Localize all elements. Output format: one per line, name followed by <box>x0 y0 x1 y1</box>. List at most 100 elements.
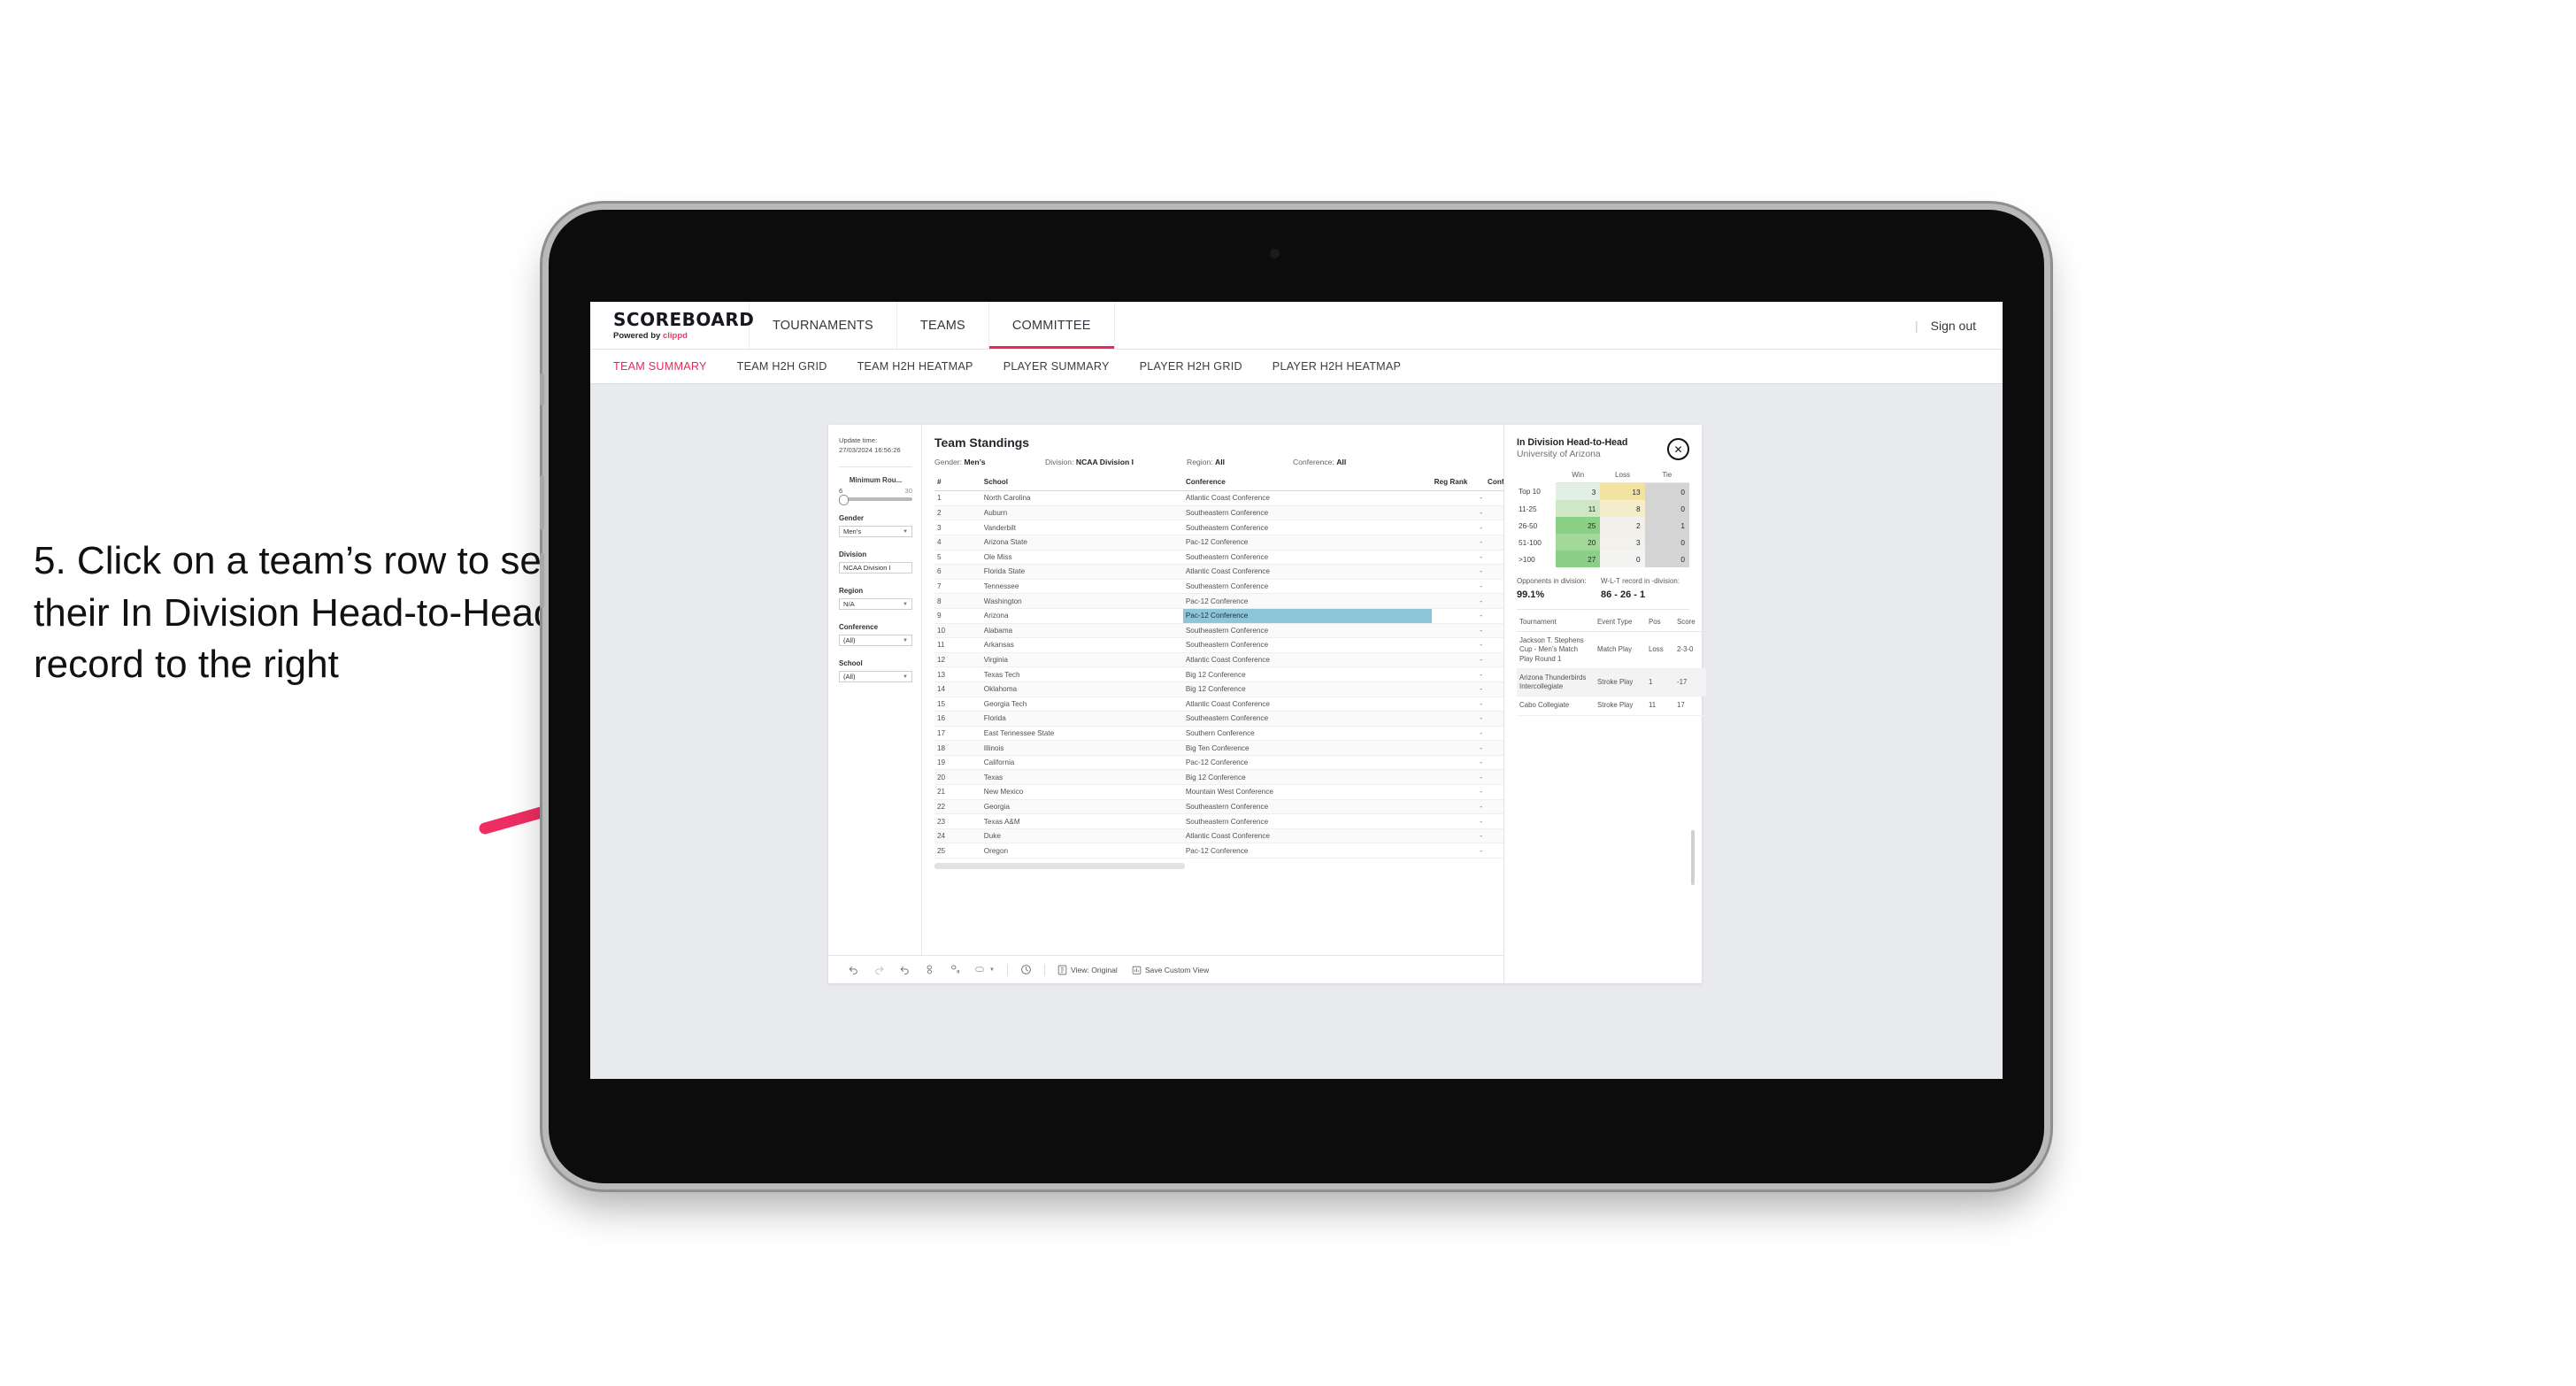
workspace: Update time: 27/03/2024 16:56:26 Minimum… <box>590 384 2003 1079</box>
slider-label: Minimum Rou... <box>849 476 903 484</box>
cell-conference: Big Ten Conference <box>1182 740 1432 756</box>
close-icon[interactable]: ✕ <box>1667 438 1689 460</box>
tab-player-h2h-heatmap[interactable]: PLAYER H2H HEATMAP <box>1273 360 1401 373</box>
cell-reg-rank: - <box>1431 740 1485 756</box>
cell-rank: 5 <box>934 550 981 566</box>
tab-team-h2h-heatmap[interactable]: TEAM H2H HEATMAP <box>857 360 973 373</box>
topnav-tournaments[interactable]: TOURNAMENTS <box>750 302 897 349</box>
cell-reg-rank: - <box>1431 564 1485 580</box>
cell-reg-rank: - <box>1431 697 1485 712</box>
cell-reg-rank: - <box>1431 769 1485 786</box>
filter-school-select[interactable]: (All) ▼ <box>839 671 912 682</box>
cell-reg-rank: - <box>1431 637 1485 653</box>
cell-rank: 2 <box>934 505 981 521</box>
tournament-row[interactable]: Cabo Collegiate Stroke Play 11 17 <box>1517 696 1706 716</box>
h2h-bucket-label: 51-100 <box>1519 537 1542 547</box>
tab-player-summary[interactable]: PLAYER SUMMARY <box>1003 360 1110 373</box>
cell-conference: Atlantic Coast Conference <box>1182 564 1432 580</box>
chevron-down-icon: ▼ <box>903 637 908 643</box>
cell-reg-rank: - <box>1431 681 1485 697</box>
topnav-teams[interactable]: TEAMS <box>897 302 989 349</box>
h2h-col-tie: Tie <box>1644 470 1689 483</box>
cell-reg-rank: - <box>1431 666 1485 682</box>
col-school[interactable]: School <box>980 475 1183 492</box>
filter-region-select[interactable]: N/A ▼ <box>839 598 912 610</box>
division-stats: Opponents in division: 99.1% W-L-T recor… <box>1517 577 1689 600</box>
cell-school: Auburn <box>980 505 1183 521</box>
cell-school: Alabama <box>980 623 1183 639</box>
tab-team-h2h-grid[interactable]: TEAM H2H GRID <box>737 360 827 373</box>
cell-pos: Loss <box>1646 631 1674 669</box>
pause-auto-update-button[interactable] <box>1013 964 1039 975</box>
cell-tournament: Cabo Collegiate <box>1517 696 1595 716</box>
cell-event-type: Stroke Play <box>1595 668 1646 697</box>
slider-track[interactable] <box>839 495 912 505</box>
h2h-body: Top 10 3 13 0 11-25 11 8 0 26-50 25 2 1 51-100 20 3 0 >1… <box>1517 482 1689 567</box>
pause-refresh-button[interactable] <box>942 964 967 975</box>
view-original-button[interactable]: View: Original <box>1050 965 1125 975</box>
filter-gender-label: Gender <box>839 514 865 522</box>
cell-rank: 25 <box>934 843 981 859</box>
filter-conference-select[interactable]: (All) ▼ <box>839 635 912 646</box>
revert-button[interactable] <box>892 964 918 975</box>
cell-reg-rank: - <box>1431 784 1485 800</box>
highlight-tool-button[interactable]: ▼ <box>967 965 1002 974</box>
record-value: 86 - 26 - 1 <box>1601 589 1646 600</box>
brand-logo[interactable]: SCOREBOARD Powered by clippd <box>590 302 754 349</box>
h2h-bucket-label: 11-25 <box>1519 504 1537 513</box>
tournament-row[interactable]: Arizona Thunderbirds Intercollegiate Stro… <box>1517 668 1706 697</box>
h2h-bucket-label: 26-50 <box>1519 520 1538 530</box>
col-rank[interactable]: # <box>934 475 981 492</box>
cell-school: Washington <box>980 593 1183 609</box>
divider <box>1006 963 1008 976</box>
record-label: W-L-T record in -division: <box>1601 577 1680 585</box>
cell-score: 17 <box>1674 696 1706 716</box>
cell-rank: 11 <box>934 637 981 653</box>
undo-button[interactable] <box>841 964 866 975</box>
tournament-row[interactable]: Jackson T. Stephens Cup - Men’s Match Pl… <box>1517 631 1706 669</box>
cell-reg-rank: - <box>1431 813 1485 829</box>
chevron-down-icon: ▼ <box>903 528 908 535</box>
refresh-data-button[interactable] <box>918 964 942 975</box>
sign-out-button[interactable]: Sign out <box>1931 319 1976 333</box>
cell-score: 2-3-0 <box>1674 631 1706 669</box>
save-custom-view-button[interactable]: Save Custom View <box>1125 965 1216 975</box>
filter-school: School (All) ▼ <box>839 659 912 682</box>
divider <box>1517 609 1689 610</box>
tab-team-summary[interactable]: TEAM SUMMARY <box>613 360 707 373</box>
h2h-col-loss: Loss <box>1600 470 1645 483</box>
cell-reg-rank: - <box>1431 755 1485 771</box>
col-reg-rank[interactable]: Reg Rank <box>1431 475 1485 492</box>
h2h-row: 11-25 11 8 0 <box>1517 500 1689 517</box>
filter-division: Division NCAA Division I <box>839 551 912 574</box>
filter-division-label: Division <box>839 551 867 558</box>
cell-school: Duke <box>980 828 1183 844</box>
col-conference[interactable]: Conference <box>1182 475 1432 492</box>
h2h-col-bucket <box>1517 470 1556 483</box>
sub-tab-bar: TEAM SUMMARY TEAM H2H GRID TEAM H2H HEAT… <box>590 350 2003 384</box>
filter-division-select[interactable]: NCAA Division I <box>839 562 912 574</box>
slider-min-value: 6 <box>839 487 843 495</box>
view-original-label: View: Original <box>1070 965 1118 974</box>
cell-reg-rank: - <box>1431 799 1485 815</box>
filter-minimum-rounds: Minimum Rou... 6 30 <box>839 476 912 505</box>
cell-reg-rank: - <box>1431 623 1485 639</box>
cell-rank: 15 <box>934 697 981 712</box>
cell-rank: 1 <box>934 490 981 506</box>
cell-school: Ole Miss <box>980 550 1183 566</box>
h2h-tie-cell: 0 <box>1644 500 1689 517</box>
tournament-table: Tournament Event Type Pos Score Jackson … <box>1517 615 1706 716</box>
horizontal-scrollbar[interactable] <box>934 863 1185 870</box>
cell-school: Florida <box>980 711 1183 727</box>
h2h-tie-cell: 0 <box>1644 482 1689 500</box>
h2h-row: >100 27 0 0 <box>1517 551 1689 567</box>
redo-button[interactable] <box>866 964 892 975</box>
cell-conference: Southeastern Conference <box>1182 579 1432 595</box>
cell-school: Tennessee <box>980 579 1183 595</box>
topnav-committee[interactable]: COMMITTEE <box>988 302 1115 349</box>
tab-player-h2h-grid[interactable]: PLAYER H2H GRID <box>1140 360 1242 373</box>
filter-gender-select[interactable]: Men’s ▼ <box>839 526 912 537</box>
cell-rank: 3 <box>934 520 981 535</box>
slider-handle[interactable] <box>839 495 849 505</box>
drawer-scrollbar[interactable] <box>1691 830 1695 885</box>
